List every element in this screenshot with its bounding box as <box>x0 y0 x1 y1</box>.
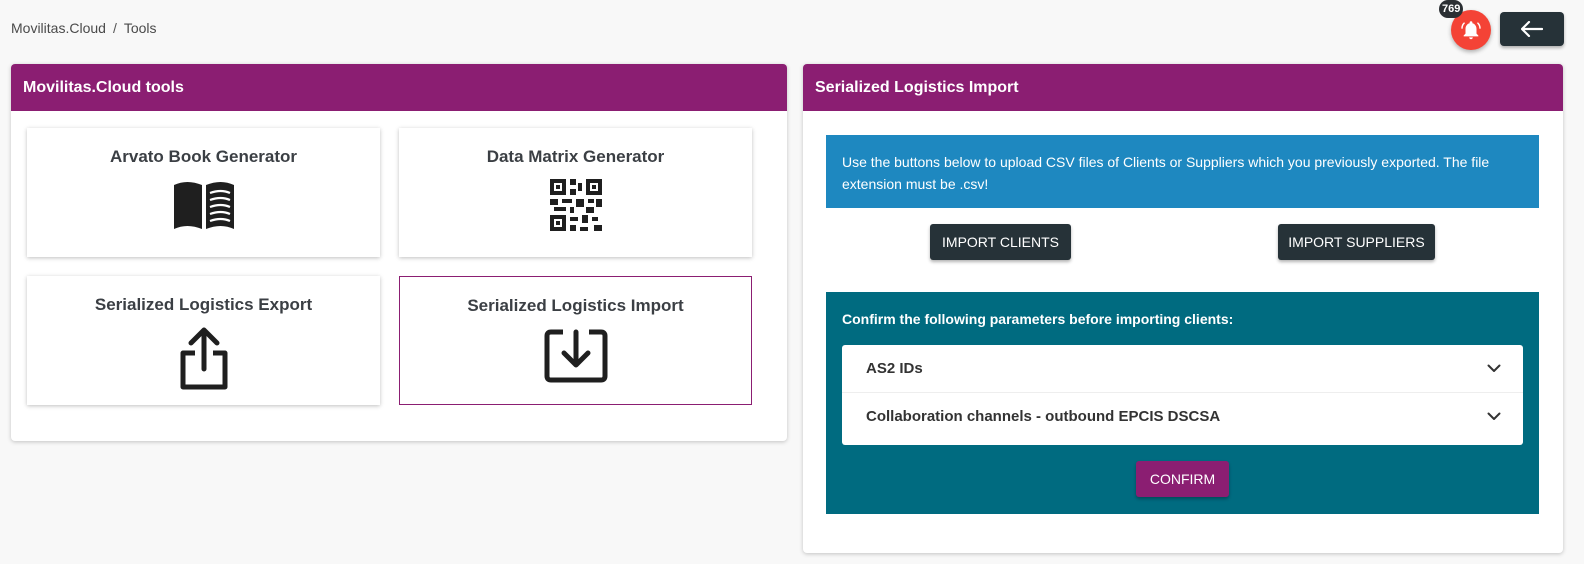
breadcrumb: Movilitas.Cloud / Tools <box>11 20 157 36</box>
confirm-parameters-title: Confirm the following parameters before … <box>842 311 1234 327</box>
download-icon <box>543 328 609 389</box>
breadcrumb-current: Tools <box>123 20 157 36</box>
tool-tile-label: Serialized Logistics Import <box>467 296 684 315</box>
tool-tile-data-matrix-generator[interactable]: Data Matrix Generator <box>399 128 752 257</box>
breadcrumb-separator: / <box>112 20 117 36</box>
tools-panel: Movilitas.Cloud tools Arvato Book Genera… <box>11 64 787 441</box>
serialized-logistics-import-panel: Serialized Logistics Import Use the butt… <box>803 64 1563 553</box>
tool-tile-label: Serialized Logistics Export <box>94 295 313 314</box>
import-clients-button[interactable]: IMPORT CLIENTS <box>930 224 1071 260</box>
import-panel-title: Serialized Logistics Import <box>803 64 1563 111</box>
parameters-accordion: AS2 IDs Collaboration channels - outboun… <box>842 345 1523 445</box>
tool-tile-label: Data Matrix Generator <box>486 147 665 166</box>
book-icon <box>171 179 237 236</box>
tool-tile-arvato-book-generator[interactable]: Arvato Book Generator <box>27 128 380 257</box>
bell-icon <box>1461 21 1481 40</box>
tools-panel-title: Movilitas.Cloud tools <box>11 64 787 111</box>
confirm-button[interactable]: CONFIRM <box>1136 461 1229 497</box>
info-alert: Use the buttons below to upload CSV file… <box>826 135 1539 208</box>
arrow-left-icon <box>1521 21 1543 37</box>
accordion-item-as2-ids[interactable]: AS2 IDs <box>842 345 1523 392</box>
accordion-item-label: Collaboration channels - outbound EPCIS … <box>866 407 1221 425</box>
chevron-down-icon <box>1487 412 1501 420</box>
confirm-parameters-box: Confirm the following parameters before … <box>826 292 1539 514</box>
tool-tile-serialized-logistics-export[interactable]: Serialized Logistics Export <box>27 276 380 405</box>
notification-count-badge: 769 <box>1439 0 1464 18</box>
breadcrumb-root[interactable]: Movilitas.Cloud <box>11 20 106 36</box>
chevron-down-icon <box>1487 364 1501 372</box>
upload-icon <box>179 327 229 396</box>
tool-tile-serialized-logistics-import[interactable]: Serialized Logistics Import <box>399 276 752 405</box>
accordion-item-label: AS2 IDs <box>866 360 923 377</box>
tool-tile-label: Arvato Book Generator <box>109 147 298 166</box>
back-button[interactable] <box>1500 12 1564 46</box>
import-suppliers-button[interactable]: IMPORT SUPPLIERS <box>1278 224 1435 260</box>
accordion-item-collaboration-channels[interactable]: Collaboration channels - outbound EPCIS … <box>842 392 1523 439</box>
qr-code-icon <box>549 179 602 236</box>
